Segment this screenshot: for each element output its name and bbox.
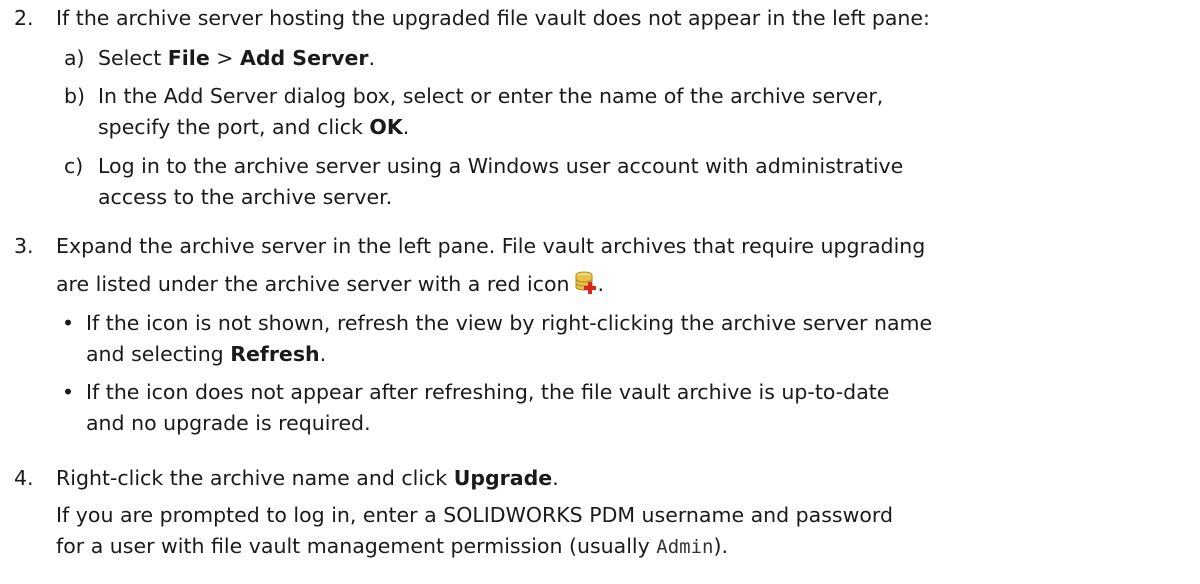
step-2c-label: c) (64, 154, 84, 178)
step-2c-line-2: access to the archive server. (98, 185, 393, 209)
step-4-line-2: If you are prompted to log in, enter a S… (56, 503, 893, 527)
database-add-icon (574, 270, 598, 299)
bullet-2-line-1: If the icon does not appear after refres… (86, 380, 890, 404)
ok-button-ref: OK (369, 115, 403, 139)
step-3-line-1: Expand the archive server in the left pa… (56, 234, 926, 258)
menu-refresh: Refresh (230, 342, 320, 366)
step-2b-line-2: specify the port, and click OK. (98, 115, 410, 139)
admin-code: Admin (656, 536, 714, 558)
step-2a-label: a) (64, 46, 85, 70)
step-2-number: 2. (14, 6, 34, 30)
step-4-line-1: Right-click the archive name and click U… (56, 466, 559, 490)
bullet-2: • (62, 380, 75, 404)
menu-upgrade: Upgrade (453, 466, 553, 490)
step-2b-label: b) (64, 84, 86, 108)
step-4-number: 4. (14, 466, 34, 490)
step-2a-text: Select File > Add Server. (98, 46, 375, 70)
menu-add-server: Add Server (239, 46, 369, 70)
step-4-line-3: for a user with file vault management pe… (56, 534, 728, 558)
step-2-text: If the archive server hosting the upgrad… (56, 6, 930, 30)
step-3-number: 3. (14, 234, 34, 258)
step-2c-line-1: Log in to the archive server using a Win… (98, 154, 904, 178)
document-page: 2. If the archive server hosting the upg… (0, 0, 1200, 584)
bullet-1-line-2: and selecting Refresh. (86, 342, 327, 366)
menu-file: File (167, 46, 210, 70)
bullet-1: • (62, 311, 75, 335)
bullet-2-line-2: and no upgrade is required. (86, 411, 371, 435)
step-2b-line-1: In the Add Server dialog box, select or … (98, 84, 884, 108)
step-3-line-2: are listed under the archive server with… (56, 270, 604, 299)
bullet-1-line-1: If the icon is not shown, refresh the vi… (86, 311, 933, 335)
